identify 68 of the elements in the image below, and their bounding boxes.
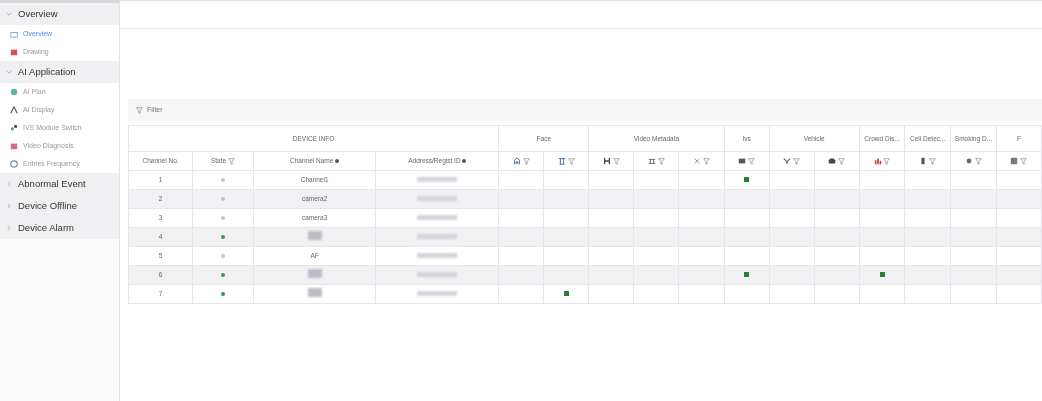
filter-icon[interactable] <box>702 157 710 165</box>
nav-group-header[interactable]: Overview <box>0 3 119 25</box>
nav-group-header[interactable]: Device Alarm <box>0 217 119 239</box>
menu-item-icon <box>10 30 18 38</box>
analytics-icon <box>512 157 521 166</box>
nav-group-header[interactable]: Device Offline <box>0 195 119 217</box>
sort-icon[interactable] <box>462 159 467 164</box>
redacted-name <box>307 288 322 298</box>
analytics-icon <box>648 157 657 166</box>
chevron-icon <box>6 69 12 75</box>
group-label: Overview <box>18 6 58 21</box>
menu-item-icon <box>10 106 18 114</box>
menu-item-icon <box>10 160 18 168</box>
filter-icon[interactable] <box>1020 157 1028 165</box>
redacted-address <box>417 177 458 183</box>
filter-icon[interactable] <box>747 157 755 165</box>
filter-icon[interactable] <box>793 157 801 165</box>
filter-icon[interactable] <box>227 157 235 165</box>
analytics-icon <box>1010 157 1019 166</box>
column-header[interactable] <box>996 151 1042 171</box>
menu-item-icon <box>10 48 18 56</box>
group-label: Abnormal Event <box>18 176 86 191</box>
group-label: Device Alarm <box>18 220 74 235</box>
filter-icon[interactable] <box>136 106 143 114</box>
chevron-icon <box>6 225 12 231</box>
analytics-icon <box>693 157 702 166</box>
chevron-icon <box>6 11 12 17</box>
chevron-icon <box>6 203 12 209</box>
redacted-address <box>417 215 458 221</box>
redacted-address <box>417 196 458 202</box>
analytics-icon <box>738 157 747 166</box>
chevron-icon <box>6 181 12 187</box>
redacted-address <box>417 291 458 297</box>
analytics-icon <box>602 157 611 166</box>
sort-icon[interactable] <box>335 159 340 164</box>
detection-mark <box>563 291 569 297</box>
redacted-address <box>417 272 458 278</box>
filter-icon[interactable] <box>883 157 891 165</box>
analytics-icon <box>557 157 566 166</box>
nav-group-header[interactable]: AI Application <box>0 61 119 83</box>
analytics-icon <box>783 157 792 166</box>
group-label: Device Offline <box>18 198 77 213</box>
filter-icon[interactable] <box>657 157 665 165</box>
analytics-icon <box>965 157 973 166</box>
nav-group-header[interactable]: Abnormal Event <box>0 173 119 195</box>
filter-icon[interactable] <box>974 157 982 165</box>
column-header[interactable] <box>814 151 860 171</box>
analytics-icon <box>828 157 837 166</box>
redacted-address <box>417 234 458 240</box>
column-header[interactable] <box>724 151 770 171</box>
menu-item-icon <box>10 88 18 96</box>
analytics-icon <box>873 157 882 166</box>
detection-mark <box>744 177 750 183</box>
filter-icon[interactable] <box>612 157 620 165</box>
column-header[interactable] <box>588 151 634 171</box>
filter-icon[interactable] <box>838 157 846 165</box>
menu-item-icon <box>10 142 18 150</box>
analytics-icon <box>919 157 928 166</box>
redacted-name <box>307 269 322 279</box>
detection-mark <box>744 272 750 278</box>
menu-item-icon <box>10 124 18 132</box>
filter-icon[interactable] <box>929 157 937 165</box>
redacted-address <box>417 253 458 259</box>
detection-mark <box>879 272 885 278</box>
group-label: AI Application <box>18 64 76 79</box>
redacted-name <box>307 231 322 241</box>
filter-icon[interactable] <box>522 157 530 165</box>
filter-icon[interactable] <box>567 157 575 165</box>
